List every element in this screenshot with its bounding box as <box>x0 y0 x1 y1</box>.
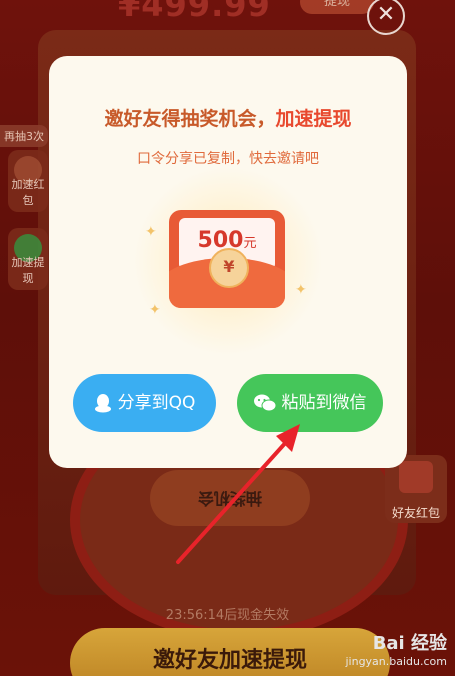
wechat-icon <box>253 394 276 412</box>
share-to-qq-label: 分享到QQ <box>117 393 196 413</box>
sparkle-icon: ✦ <box>149 302 161 318</box>
side-item-speed-redpack[interactable]: 加速红包 <box>8 150 48 212</box>
remaining-draws-tag: 再抽3次 <box>0 125 48 147</box>
countdown-text: 23:56:14后现金失效 <box>165 608 290 623</box>
sparkle-icon: ✦ <box>295 282 307 298</box>
friend-redpack-label: 好友红包 <box>391 506 440 520</box>
paste-to-wechat-button[interactable]: 粘贴到微信 <box>237 374 383 432</box>
red-envelope-illustration: 500元 ¥ <box>169 210 285 308</box>
side-item-label: 加速提现 <box>11 256 45 285</box>
watermark-url: jingyan.baidu.com <box>345 655 447 668</box>
watermark: Bai 经验 jingyan.baidu.com <box>345 629 447 668</box>
modal-title: 邀好友得抽奖机会，加速提现 <box>49 104 407 131</box>
red-envelope-icon <box>399 461 433 493</box>
modal-subtitle: 口令分享已复制，快去邀请吧 <box>137 151 319 167</box>
balance-amount: ¥499.99 <box>118 0 271 24</box>
yuan-coin-icon: ¥ <box>209 248 249 288</box>
side-item-speed-withdraw[interactable]: 加速提现 <box>8 228 48 290</box>
modal-title-main: 邀好友得抽奖机会， <box>104 108 276 130</box>
paste-to-wechat-label: 粘贴到微信 <box>281 393 367 413</box>
side-item-label: 加速红包 <box>11 178 45 207</box>
qq-icon <box>94 394 111 413</box>
modal-title-accent: 加速提现 <box>275 108 352 130</box>
wheel-center-label: 抽奖机会 <box>150 470 310 526</box>
sparkle-icon: ✦ <box>145 224 157 240</box>
share-to-qq-button[interactable]: 分享到QQ <box>73 374 216 432</box>
share-modal: 邀好友得抽奖机会，加速提现 口令分享已复制，快去邀请吧 ✦ ✦ ✦ 500元 ¥… <box>49 56 407 468</box>
watermark-brand: Bai 经验 <box>372 633 447 654</box>
withdraw-badge[interactable]: 提现 <box>300 0 374 14</box>
invite-friends-button[interactable]: 邀好友加速提现 <box>70 628 390 676</box>
